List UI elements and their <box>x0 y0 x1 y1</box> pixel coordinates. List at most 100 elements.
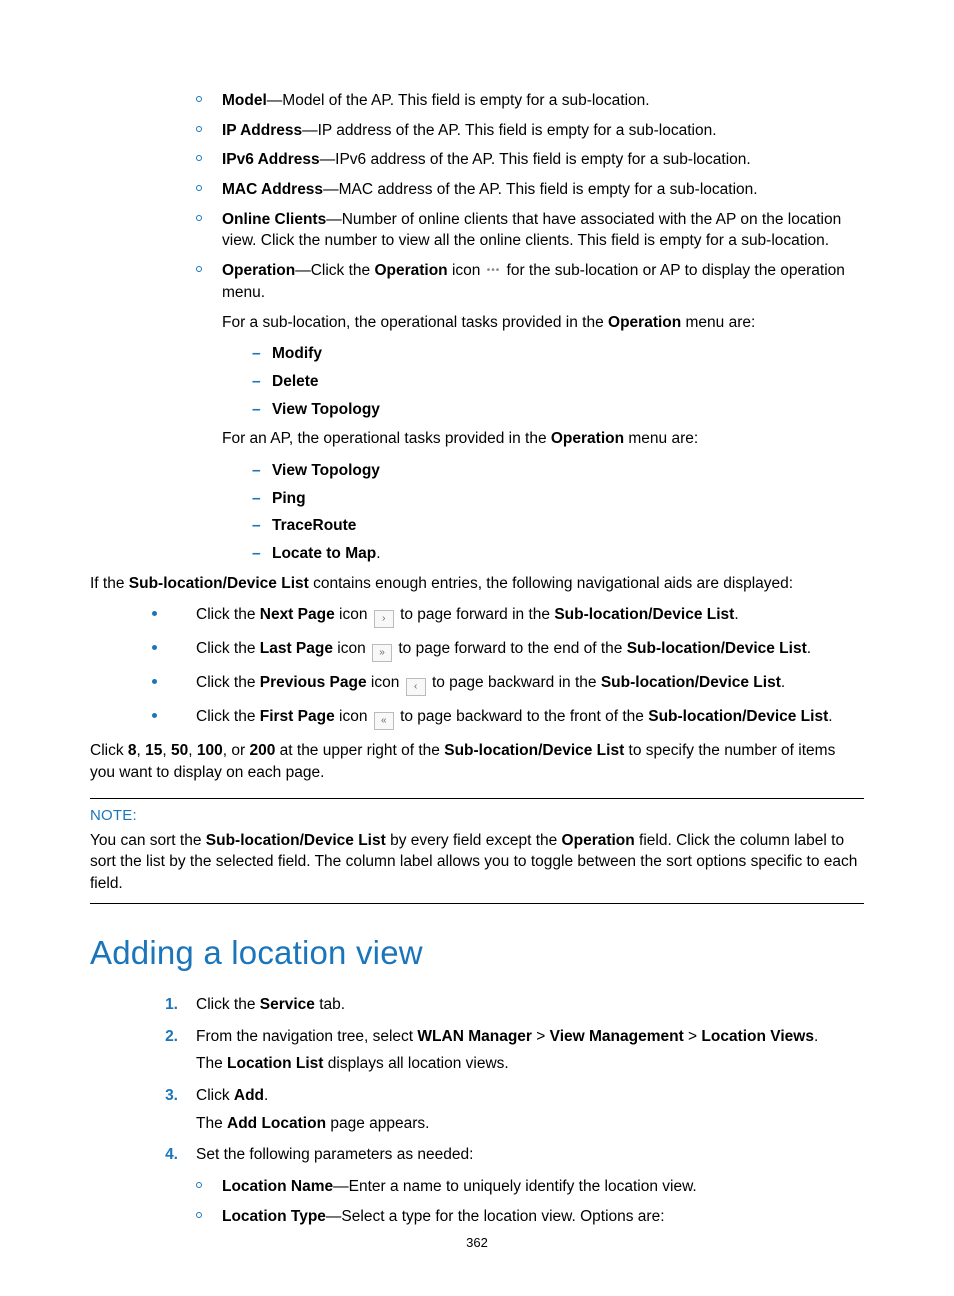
task-view-topology: View Topology <box>248 399 864 421</box>
text: You can sort the <box>90 832 206 849</box>
label: TraceRoute <box>272 517 356 534</box>
term: IP Address <box>222 122 302 139</box>
step-number: 1. <box>150 994 178 1016</box>
note-body: You can sort the Sub-location/Device Lis… <box>90 830 864 895</box>
step-3-sub: The Add Location page appears. <box>196 1113 864 1135</box>
text: tab. <box>315 996 345 1013</box>
page: Model—Model of the AP. This field is emp… <box>0 0 954 1296</box>
section-heading: Adding a location view <box>90 930 864 976</box>
label: Next Page <box>260 606 335 623</box>
list-name: Location List <box>227 1055 323 1072</box>
sep: > <box>532 1028 550 1045</box>
first-page-icon: « <box>374 712 394 730</box>
text: by every field except the <box>386 832 562 849</box>
label: First Page <box>260 708 335 725</box>
text: . <box>781 674 785 691</box>
text: Click the <box>196 996 260 1013</box>
text: Click the <box>196 674 260 691</box>
iconword: Operation <box>374 262 447 279</box>
pager-para: Click 8, 15, 50, 100, or 200 at the uppe… <box>90 740 864 783</box>
list-name: Sub-location/Device List <box>206 832 386 849</box>
ellipsis-icon: ••• <box>487 264 501 278</box>
step-4: 4. Set the following parameters as neede… <box>156 1144 864 1227</box>
page-size: 200 <box>249 742 275 759</box>
desc: —MAC address of the AP. This field is em… <box>323 181 758 198</box>
tab-name: Service <box>260 996 315 1013</box>
text: displays all location views. <box>323 1055 508 1072</box>
steps: 1. Click the Service tab. 2. From the na… <box>156 994 864 1228</box>
text: icon <box>335 708 372 725</box>
text: , <box>137 742 146 759</box>
nav-last: Click the Last Page icon » to page forwa… <box>156 638 864 662</box>
field-mac: MAC Address—MAC address of the AP. This … <box>196 179 864 201</box>
text: contains enough entries, the following n… <box>309 575 793 592</box>
sep: > <box>684 1028 702 1045</box>
page-size: 8 <box>128 742 137 759</box>
step-2: 2. From the navigation tree, select WLAN… <box>156 1026 864 1075</box>
task-modify: Modify <box>248 343 864 365</box>
step-4-params: Location Name—Enter a name to uniquely i… <box>196 1176 864 1227</box>
content-area: Model—Model of the AP. This field is emp… <box>160 90 864 1228</box>
task-ping: Ping <box>248 488 864 510</box>
term: Location Name <box>222 1178 333 1195</box>
term: MAC Address <box>222 181 323 198</box>
step-number: 3. <box>150 1085 178 1107</box>
note-box: NOTE: You can sort the Sub-location/Devi… <box>90 798 864 904</box>
text: menu are: <box>681 314 755 331</box>
text: icon <box>448 262 485 279</box>
field-ipv6: IPv6 Address—IPv6 address of the AP. Thi… <box>196 149 864 171</box>
text: The <box>196 1115 227 1132</box>
page-size: 100 <box>197 742 223 759</box>
label: Locate to Map <box>272 545 376 562</box>
label: Modify <box>272 345 322 362</box>
list-name: Sub-location/Device List <box>601 674 781 691</box>
last-page-icon: » <box>372 644 392 662</box>
text: From the navigation tree, select <box>196 1028 417 1045</box>
text: to page forward in the <box>396 606 555 623</box>
nav-first: Click the First Page icon « to page back… <box>156 706 864 730</box>
nav-path: View Management <box>550 1028 684 1045</box>
label: Previous Page <box>260 674 367 691</box>
task-delete: Delete <box>248 371 864 393</box>
subloc-intro: For a sub-location, the operational task… <box>222 312 864 334</box>
nav-path: Location Views <box>701 1028 814 1045</box>
step-2-sub: The Location List displays all location … <box>196 1053 864 1075</box>
text: . <box>734 606 738 623</box>
desc: —Enter a name to uniquely identify the l… <box>333 1178 697 1195</box>
step-3: 3. Click Add. The Add Location page appe… <box>156 1085 864 1134</box>
text: —Click the <box>295 262 374 279</box>
text: . <box>807 640 811 657</box>
next-page-icon: › <box>374 610 394 628</box>
text: icon <box>335 606 372 623</box>
page-size: 50 <box>171 742 188 759</box>
text: . <box>828 708 832 725</box>
text: to page backward to the front of the <box>396 708 648 725</box>
list-name: Sub-location/Device List <box>554 606 734 623</box>
step-number: 4. <box>150 1144 178 1166</box>
text: at the upper right of the <box>275 742 444 759</box>
term: IPv6 Address <box>222 151 320 168</box>
nav-next: Click the Next Page icon › to page forwa… <box>156 604 864 628</box>
desc: —Select a type for the location view. Op… <box>326 1208 665 1225</box>
text: The <box>196 1055 227 1072</box>
text: . <box>814 1028 818 1045</box>
text: Click the <box>196 708 260 725</box>
ap-tasks: View Topology Ping TraceRoute Locate to … <box>248 460 864 565</box>
task-traceroute: TraceRoute <box>248 515 864 537</box>
term: Online Clients <box>222 211 326 228</box>
desc: —Model of the AP. This field is empty fo… <box>267 92 650 109</box>
button-name: Add <box>234 1087 264 1104</box>
list-name: Sub-location/Device List <box>627 640 807 657</box>
text: icon <box>367 674 404 691</box>
text: page appears. <box>326 1115 429 1132</box>
nav-path: WLAN Manager <box>417 1028 532 1045</box>
subloc-tasks: Modify Delete View Topology <box>248 343 864 420</box>
text: If the <box>90 575 129 592</box>
param-location-name: Location Name—Enter a name to uniquely i… <box>196 1176 864 1198</box>
field-model: Model—Model of the AP. This field is emp… <box>196 90 864 112</box>
list-name: Sub-location/Device List <box>648 708 828 725</box>
text: , <box>188 742 197 759</box>
prev-page-icon: ‹ <box>406 678 426 696</box>
term: Model <box>222 92 267 109</box>
label: Last Page <box>260 640 333 657</box>
